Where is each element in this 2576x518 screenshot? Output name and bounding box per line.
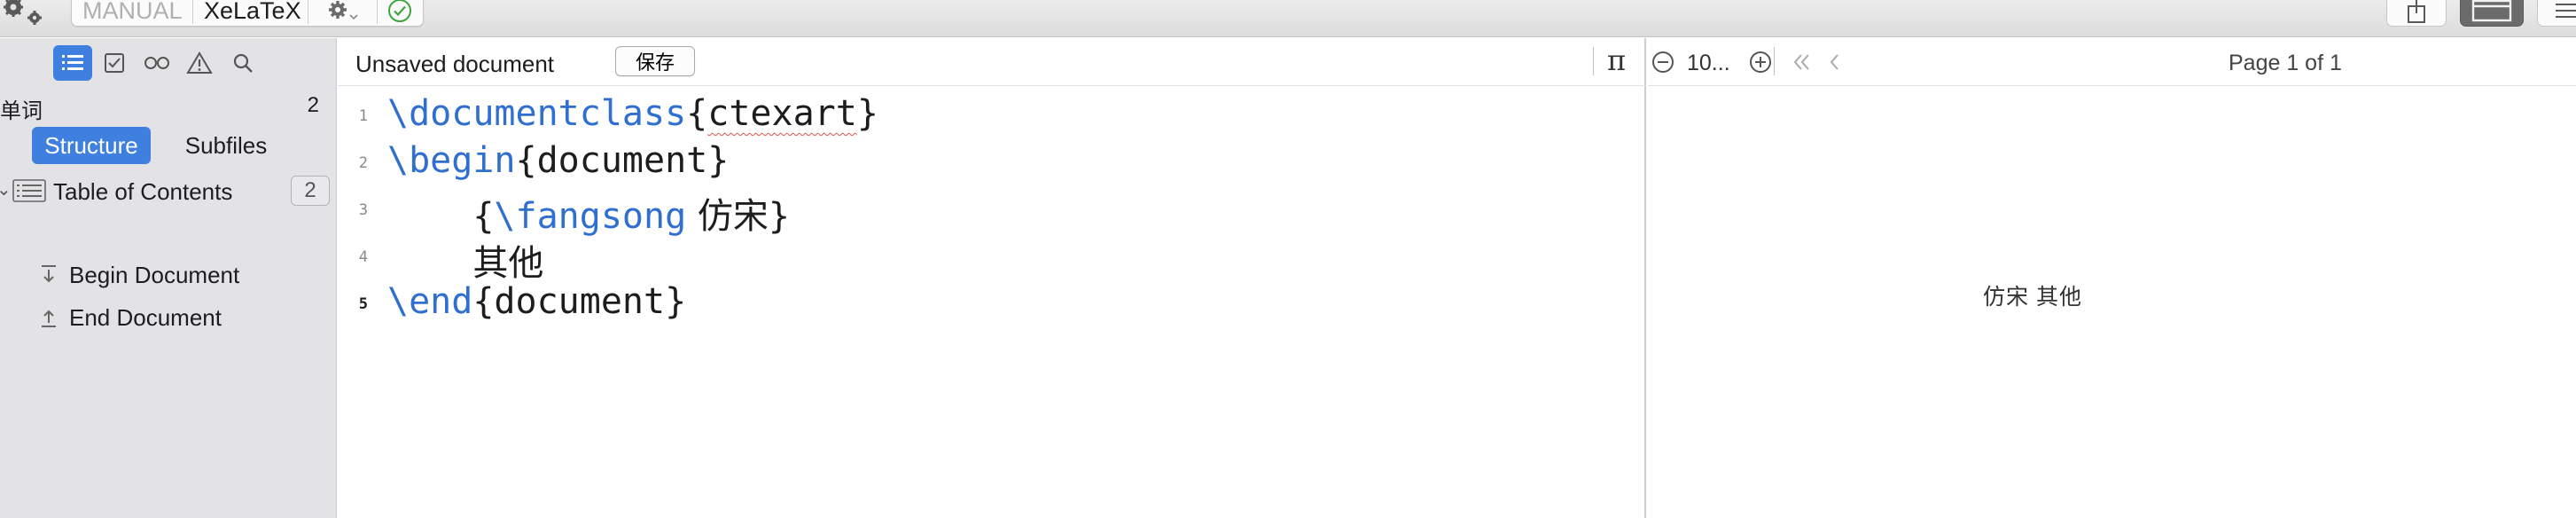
argument: document: [494, 281, 666, 322]
line-number: 3: [358, 201, 368, 219]
code-area[interactable]: 1 \documentclass{ctexart} 2 \begin{docum…: [338, 88, 1646, 323]
argument: document: [536, 140, 708, 181]
code-line[interactable]: 3 {\fangsong 仿宋}: [338, 182, 1646, 237]
warning-icon[interactable]: [180, 45, 219, 81]
first-page-icon[interactable]: [1788, 49, 1815, 75]
line-number: 4: [358, 248, 368, 266]
search-icon[interactable]: [223, 45, 262, 81]
engine-selector[interactable]: XeLaTeX: [192, 0, 308, 24]
header-divider: [1593, 47, 1594, 75]
previous-page-icon[interactable]: [1822, 49, 1848, 75]
save-button[interactable]: 保存: [615, 46, 695, 76]
outline-list-icon[interactable]: [53, 45, 92, 81]
line-number: 1: [358, 107, 368, 125]
latex-command: \documentclass: [387, 93, 687, 134]
todo-checkbox-icon[interactable]: [95, 45, 134, 81]
brace: {: [515, 140, 537, 181]
zoom-out-icon[interactable]: [1650, 49, 1676, 75]
code-line[interactable]: 1 \documentclass{ctexart}: [338, 88, 1646, 135]
rendered-pdf-text: 仿宋 其他: [1983, 285, 2082, 310]
document-title: Unsaved document: [355, 51, 555, 77]
brace: }: [665, 281, 687, 322]
header-divider: [1774, 47, 1775, 75]
subfiles-tab[interactable]: Subfiles: [151, 127, 301, 164]
begin-document-icon: [39, 263, 59, 286]
sidebar: 单词 2 Structure Subfiles ⌄ Table of Conte…: [0, 38, 337, 518]
table-of-contents-icon: [12, 179, 46, 202]
outline-item-label: End Document: [69, 304, 222, 331]
word-count-label: 单词: [0, 99, 43, 123]
outline-item-label: Table of Contents: [53, 178, 233, 205]
code-line[interactable]: 2 \begin{document}: [338, 135, 1646, 182]
checkmark-circle-icon[interactable]: [378, 0, 423, 24]
page-indicator: Page 1 of 1: [2229, 51, 2342, 75]
outline-count-badge: 2: [291, 176, 330, 206]
zoom-level[interactable]: 10...: [1687, 51, 1730, 76]
structure-tab[interactable]: Structure: [32, 127, 151, 164]
preview-header: 10... Page 1 of 1: [1648, 38, 2576, 86]
pdf-preview[interactable]: 10... Page 1 of 1 仿宋 其他: [1648, 38, 2576, 518]
spellcheck-word: ctexart: [707, 93, 857, 134]
code-line[interactable]: 4 其他: [338, 229, 1646, 284]
brace: {: [686, 93, 708, 134]
outline-item-label: Begin Document: [69, 262, 240, 288]
word-count-value: 2: [307, 93, 319, 117]
line-number: 2: [358, 154, 368, 172]
main-toolbar: MANUAL XeLaTeX: [0, 0, 2576, 37]
sidebar-tabbar: [0, 38, 337, 86]
math-symbols-button[interactable]: π: [1607, 43, 1626, 77]
source-editor[interactable]: Unsaved document 保存 π 1 \documentclass{c…: [338, 38, 1646, 518]
editor-header: Unsaved document 保存 π: [338, 38, 1646, 86]
end-document-icon: [39, 306, 59, 329]
latex-command: \begin: [387, 140, 516, 181]
typeset-mode-button[interactable]: MANUAL: [72, 0, 192, 24]
brace: }: [707, 140, 730, 181]
outline-item-end-document[interactable]: End Document: [0, 297, 337, 336]
typeset-segmented-control: MANUAL XeLaTeX: [71, 0, 424, 27]
brace: }: [856, 93, 878, 134]
links-icon[interactable]: [137, 45, 176, 81]
brace: {: [472, 281, 495, 322]
zoom-in-icon[interactable]: [1747, 49, 1774, 75]
latex-command: \end: [387, 281, 473, 322]
menu-icon[interactable]: [2537, 0, 2576, 27]
outline-item-table-of-contents[interactable]: ⌄ Table of Contents 2: [0, 171, 337, 210]
line-number: 5: [358, 295, 368, 313]
outline-item-begin-document[interactable]: Begin Document: [0, 255, 337, 294]
layout-icon[interactable]: [2460, 0, 2524, 27]
structure-segmented-control: Structure Subfiles: [32, 127, 308, 164]
chevron-down-icon[interactable]: ⌄: [0, 178, 12, 200]
gears-icon[interactable]: [0, 0, 51, 27]
word-count-row: 单词 2: [0, 88, 337, 123]
share-icon[interactable]: [2386, 0, 2447, 27]
gear-icon[interactable]: [308, 0, 377, 24]
code-line[interactable]: 5 \end{document}: [338, 276, 1646, 323]
